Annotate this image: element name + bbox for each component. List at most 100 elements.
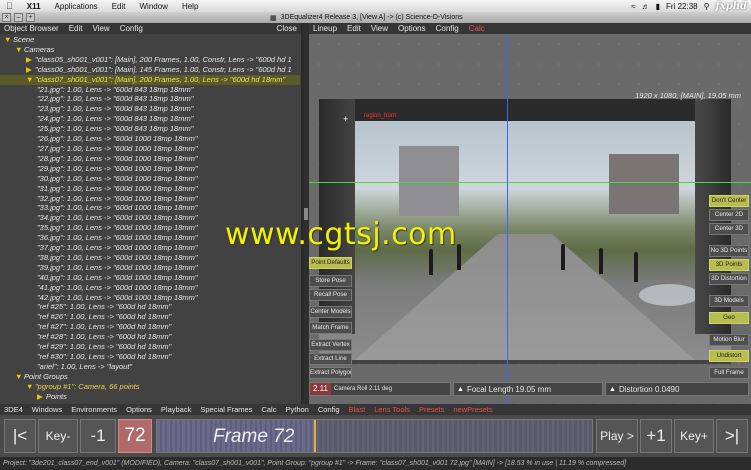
motion-blur-button[interactable]: Motion Blur	[709, 334, 749, 346]
extract-polygon-button[interactable]: Extract Polygon	[309, 367, 352, 379]
tree-row[interactable]: "39.jpg": 1.00, Lens -> "600d 1000 18mp …	[0, 263, 300, 273]
tree-row[interactable]: "ariel": 1.00, Lens -> "layout"	[0, 362, 300, 372]
apple-icon[interactable]: 	[6, 1, 13, 11]
menu-lineup-view[interactable]: View	[371, 24, 388, 33]
menu-playback[interactable]: Playback	[161, 405, 191, 414]
tree-row[interactable]: "38.jpg": 1.00, Lens -> "600d 1000 18mp …	[0, 253, 300, 263]
next-key-button[interactable]: Key+	[674, 419, 714, 453]
tree-row[interactable]: ▼ Scene	[0, 35, 300, 45]
menu-lineup-config[interactable]: Config	[436, 24, 459, 33]
volume-icon[interactable]: ♬	[642, 2, 650, 11]
menubar-clock[interactable]: Fri 22:38	[666, 2, 698, 11]
tree-row[interactable]: "28.jpg": 1.00, Lens -> "600d 1000 18mp …	[0, 154, 300, 164]
tree-row[interactable]: ▼ "pgroup #1": Camera, 66 points	[0, 382, 300, 392]
3d-models-button[interactable]: 3D Models	[709, 295, 749, 307]
expand-down-icon[interactable]: ▼	[15, 372, 24, 382]
expand-down-icon[interactable]: ▼	[26, 75, 35, 85]
tree-row[interactable]: ▼ "class07_sh001_v001": [Main], 200 Frame…	[0, 74, 300, 85]
point-defaults-button[interactable]: Point Defaults	[309, 257, 352, 269]
match-frame-button[interactable]: Match Frame	[309, 322, 352, 334]
last-frame-button[interactable]: >|	[716, 419, 748, 453]
tree-row[interactable]: "41.jpg": 1.00, Lens -> "600d 1000 18mp …	[0, 283, 300, 293]
tree-row[interactable]: "ref #25": 1.00, Lens -> "600d hd 18mm"	[0, 302, 300, 312]
tree-row[interactable]: "32.jpg": 1.00, Lens -> "600d 1000 18mp …	[0, 194, 300, 204]
menu-lineup-edit[interactable]: Edit	[347, 24, 361, 33]
menu-environments[interactable]: Environments	[71, 405, 117, 414]
tree-row[interactable]: "ref #27": 1.00, Lens -> "600d hd 18mm"	[0, 322, 300, 332]
3d-points-button[interactable]: 3D Points	[709, 259, 749, 271]
window-maximize-icon[interactable]: +	[26, 13, 35, 22]
tree-row[interactable]: ▼ Point Groups	[0, 372, 300, 382]
battery-icon[interactable]: ▮	[656, 2, 660, 11]
menu-blast[interactable]: Blast	[349, 405, 366, 414]
menu-lineup-options[interactable]: Options	[398, 24, 426, 33]
tree-row[interactable]: "40.jpg": 1.00, Lens -> "600d 1000 18mp …	[0, 273, 300, 283]
tree-row[interactable]: "26.jpg": 1.00, Lens -> "600d 1000 18mp …	[0, 134, 300, 144]
previous-key-button[interactable]: Key-	[38, 419, 78, 453]
tree-row[interactable]: "24.jpg": 1.00, Lens -> "600d 843 18mp 1…	[0, 114, 300, 124]
full-frame-button[interactable]: Full Frame	[709, 367, 749, 379]
menu-edit[interactable]: Edit	[69, 24, 83, 33]
window-close-icon[interactable]: ×	[2, 13, 11, 22]
tree-row[interactable]: "27.jpg": 1.00, Lens -> "600d 1000 18mp …	[0, 144, 300, 154]
play-button[interactable]: Play >	[596, 419, 638, 453]
tree-row[interactable]: "23.jpg": 1.00, Lens -> "600d 843 18mp 1…	[0, 104, 300, 114]
menubar-item-help[interactable]: Help	[182, 2, 198, 11]
menubar-item-edit[interactable]: Edit	[112, 2, 126, 11]
menubar-item-window[interactable]: Window	[139, 2, 167, 11]
menu-view[interactable]: View	[92, 24, 109, 33]
tree-row[interactable]: "30.jpg": 1.00, Lens -> "600d 1000 18mp …	[0, 174, 300, 184]
no-3d-points-button[interactable]: No 3D Points	[709, 245, 749, 257]
menu-object-browser[interactable]: Object Browser	[4, 24, 59, 33]
distortion-slider[interactable]: ▲ Distortion 0.0490	[605, 382, 749, 396]
previous-frame-button[interactable]: -1	[80, 419, 116, 453]
menu-special-frames[interactable]: Special Frames	[200, 405, 252, 414]
tree-row[interactable]: "21.jpg": 1.00, Lens -> "600d 843 18mp 1…	[0, 85, 300, 95]
frame-cursor[interactable]	[314, 420, 316, 452]
tree-row[interactable]: ▼ Cameras	[0, 45, 300, 55]
menu-3de4[interactable]: 3DE4	[4, 405, 23, 414]
tree-row[interactable]: "31.jpg": 1.00, Lens -> "600d 1000 18mp …	[0, 184, 300, 194]
tree-row[interactable]: ▶ "class06_sh001_v001": [Main], 145 Frame…	[0, 65, 300, 75]
extract-vertex-button[interactable]: Extract Vertex	[309, 339, 352, 351]
spotlight-icon[interactable]: ⚲	[704, 2, 710, 11]
frame-scrubber[interactable]: Frame 72	[156, 419, 593, 453]
menu-lens-tools[interactable]: Lens Tools	[374, 405, 410, 414]
tree-row[interactable]: "ref #30": 1.00, Lens -> "600d hd 18mm"	[0, 352, 300, 362]
extract-line-button[interactable]: Extract Line	[309, 353, 352, 365]
tree-row[interactable]: "22.jpg": 1.00, Lens -> "600d 843 18mp 1…	[0, 94, 300, 104]
tree-row[interactable]: ▶ Points	[0, 392, 300, 402]
window-minimize-icon[interactable]: –	[14, 13, 23, 22]
tracking-point-marker-icon[interactable]: +	[343, 115, 348, 124]
tree-row[interactable]: "25.jpg": 1.00, Lens -> "600d 843 18mp 1…	[0, 124, 300, 134]
menubar-item-applications[interactable]: Applications	[55, 2, 98, 11]
menu-lineup-calc[interactable]: Calc	[469, 24, 485, 33]
tree-row[interactable]: "ref #26": 1.00, Lens -> "600d hd 18mm"	[0, 312, 300, 322]
menubar-app-name[interactable]: X11	[27, 2, 41, 11]
center-3d-button[interactable]: Center 3D	[709, 223, 749, 235]
tree-row[interactable]: "ref #29": 1.00, Lens -> "600d hd 18mm"	[0, 342, 300, 352]
expand-down-icon[interactable]: ▼	[15, 45, 24, 55]
expand-right-icon[interactable]: ▶	[26, 65, 35, 75]
camera-roll-slider[interactable]: 2.11 Camera Roll 2.11 deg	[309, 382, 451, 396]
vertical-guide-line[interactable]	[507, 34, 508, 404]
recall-pose-button[interactable]: Recall Pose	[309, 289, 352, 301]
menu-config[interactable]: Config	[318, 405, 340, 414]
camera-roll-value[interactable]: 2.11	[310, 383, 331, 395]
geo-button[interactable]: Geo	[709, 312, 749, 324]
undistort-button[interactable]: Undistort	[709, 350, 749, 362]
horizon-line[interactable]	[309, 182, 751, 183]
close-button[interactable]: Close	[277, 24, 297, 33]
expand-right-icon[interactable]: ▶	[37, 392, 46, 402]
expand-right-icon[interactable]: ▶	[26, 55, 35, 65]
center-models-button[interactable]: Center Models	[309, 306, 352, 318]
tree-row[interactable]: "29.jpg": 1.00, Lens -> "600d 1000 18mp …	[0, 164, 300, 174]
menu-windows[interactable]: Windows	[32, 405, 62, 414]
first-frame-button[interactable]: |<	[4, 419, 36, 453]
center-2d-button[interactable]: Center 2D	[709, 209, 749, 221]
current-frame-field[interactable]: 72	[118, 419, 152, 453]
wifi-icon[interactable]: ≈	[631, 2, 635, 11]
menu-calc[interactable]: Calc	[261, 405, 276, 414]
tree-row[interactable]: ▶ "class05_sh001_v001": [Main], 200 Frame…	[0, 55, 300, 65]
3d-distortion-button[interactable]: 3D Distortion	[709, 273, 749, 285]
